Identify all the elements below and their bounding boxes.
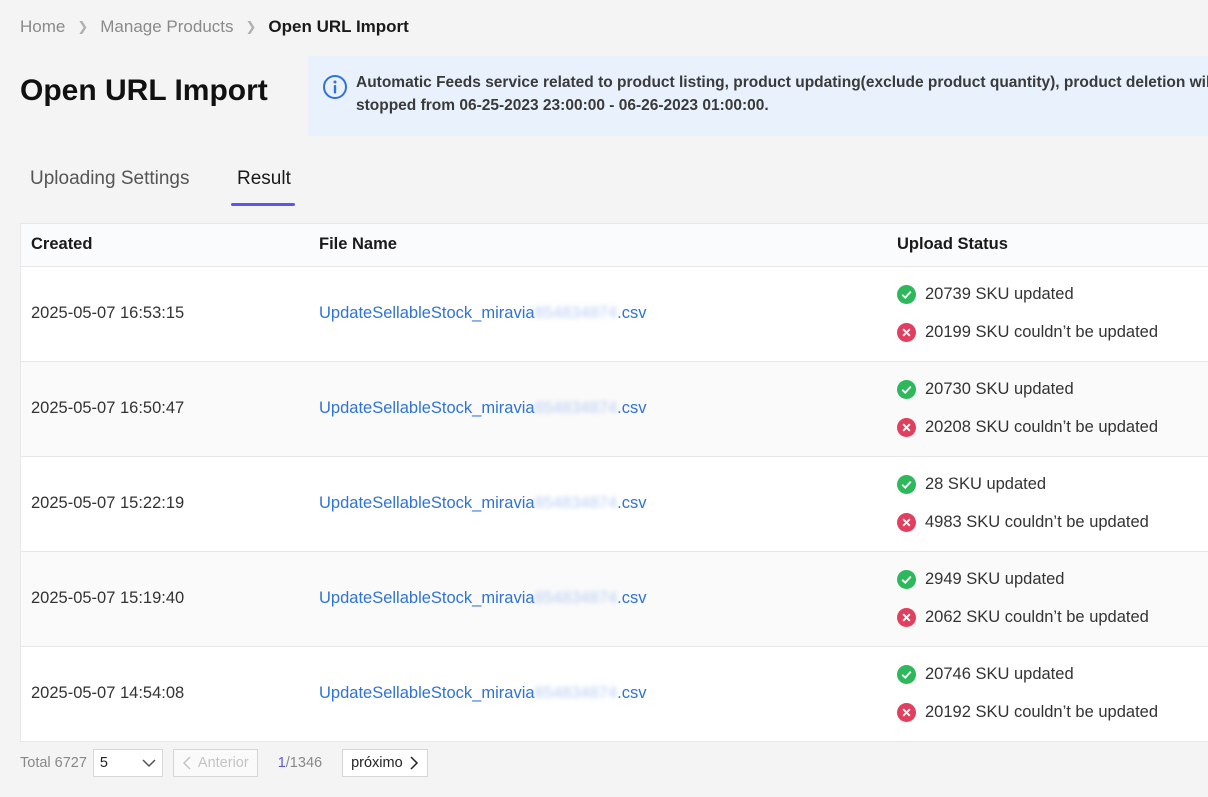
breadcrumb-current: Open URL Import <box>268 17 409 36</box>
status-success: 28 SKU updated <box>897 475 1046 494</box>
chevron-left-icon <box>182 756 191 770</box>
created-cell: 2025-05-07 14:54:08 <box>31 684 185 702</box>
info-icon <box>323 75 347 99</box>
breadcrumb-home[interactable]: Home <box>20 17 65 37</box>
file-name-prefix: UpdateSellableStock_miravia <box>319 304 535 322</box>
status-success: 20739 SKU updated <box>897 285 1074 304</box>
file-name-redacted: 854834874 <box>534 589 618 607</box>
tab-result[interactable]: Result <box>237 168 291 190</box>
file-name-prefix: UpdateSellableStock_miravia <box>319 494 535 512</box>
file-name-extension: .csv <box>617 684 647 702</box>
chevron-right-icon <box>410 756 418 770</box>
page-size-select[interactable]: 5 <box>92 749 163 777</box>
status-failed: 20192 SKU couldn’t be updated <box>897 703 1158 722</box>
file-name-redacted: 854834874 <box>534 494 618 512</box>
updated-count: 20730 SKU updated <box>925 380 1074 398</box>
file-name-prefix: UpdateSellableStock_miravia <box>319 589 535 607</box>
failed-count: 2062 SKU couldn’t be updated <box>925 608 1149 626</box>
column-header-upload-status: Upload Status <box>897 235 1008 253</box>
created-cell: 2025-05-07 15:22:19 <box>31 494 185 512</box>
file-name-link[interactable]: UpdateSellableStock_miravia854834874.csv <box>319 494 646 513</box>
created-cell: 2025-05-07 16:53:15 <box>31 304 185 322</box>
updated-count: 20739 SKU updated <box>925 285 1074 303</box>
status-failed: 20208 SKU couldn’t be updated <box>897 418 1158 437</box>
chevron-down-icon <box>142 759 156 768</box>
table-header: Created File Name Upload Status <box>21 224 1208 267</box>
active-tab-indicator <box>231 203 295 206</box>
total-pages: /1346 <box>285 755 323 771</box>
file-name-link[interactable]: UpdateSellableStock_miravia854834874.csv <box>319 589 646 608</box>
column-header-file-name: File Name <box>319 235 397 253</box>
chevron-right-icon: ❯ <box>77 19 89 34</box>
total-count: Total 6727 <box>20 755 87 771</box>
file-name-extension: .csv <box>617 399 647 417</box>
file-name-link[interactable]: UpdateSellableStock_miravia854834874.csv <box>319 304 646 323</box>
updated-count: 20746 SKU updated <box>925 665 1074 683</box>
failed-count: 20208 SKU couldn’t be updated <box>925 418 1159 436</box>
file-name-link[interactable]: UpdateSellableStock_miravia854834874.csv <box>319 684 646 703</box>
next-page-label: próximo <box>351 755 403 771</box>
breadcrumb: Home ❯ Manage Products ❯ Open URL Import <box>20 16 409 38</box>
file-name-extension: .csv <box>617 304 647 322</box>
file-name-redacted: 854834874 <box>534 304 618 322</box>
chevron-right-icon: ❯ <box>245 19 257 34</box>
table-row: 2025-05-07 15:22:19 UpdateSellableStock_m… <box>21 457 1208 552</box>
file-name-prefix: UpdateSellableStock_miravia <box>319 684 535 702</box>
check-circle-icon <box>897 570 916 589</box>
file-name-extension: .csv <box>617 494 647 512</box>
tab-uploading-settings[interactable]: Uploading Settings <box>30 168 190 190</box>
status-success: 2949 SKU updated <box>897 570 1064 589</box>
notice-banner: Automatic Feeds service related to produ… <box>308 56 1208 136</box>
file-name-redacted: 854834874 <box>534 684 618 702</box>
file-name-extension: .csv <box>617 589 647 607</box>
table-row: 2025-05-07 14:54:08 UpdateSellableStock_m… <box>21 647 1208 742</box>
column-header-created: Created <box>31 235 93 253</box>
x-circle-icon <box>897 418 916 437</box>
check-circle-icon <box>897 285 916 304</box>
table-row: 2025-05-07 15:19:40 UpdateSellableStock_m… <box>21 552 1208 647</box>
notice-line-1: Automatic Feeds service related to produ… <box>356 74 1208 91</box>
created-cell: 2025-05-07 15:19:40 <box>31 589 185 607</box>
check-circle-icon <box>897 665 916 684</box>
next-page-button[interactable]: próximo <box>342 749 428 777</box>
table-row: 2025-05-07 16:53:15 UpdateSellableStock_m… <box>21 267 1208 362</box>
breadcrumb-manage-products[interactable]: Manage Products <box>100 17 233 37</box>
x-circle-icon <box>897 608 916 627</box>
check-circle-icon <box>897 475 916 494</box>
page-size-value: 5 <box>99 755 108 771</box>
notice-line-2: stopped from 06-25-2023 23:00:00 - 06-26… <box>356 97 769 114</box>
current-page: 1 <box>277 755 286 771</box>
page-title: Open URL Import <box>20 74 268 107</box>
tabs: Uploading Settings Result <box>20 160 1208 208</box>
x-circle-icon <box>897 703 916 722</box>
created-cell: 2025-05-07 16:50:47 <box>31 399 185 417</box>
check-circle-icon <box>897 380 916 399</box>
page-indicator: 1/1346 <box>278 755 322 771</box>
status-failed: 4983 SKU couldn’t be updated <box>897 513 1149 532</box>
file-name-link[interactable]: UpdateSellableStock_miravia854834874.csv <box>319 399 646 418</box>
updated-count: 28 SKU updated <box>925 475 1047 493</box>
x-circle-icon <box>897 323 916 342</box>
status-success: 20730 SKU updated <box>897 380 1074 399</box>
failed-count: 20199 SKU couldn’t be updated <box>925 323 1159 341</box>
failed-count: 20192 SKU couldn’t be updated <box>925 703 1159 721</box>
previous-page-label: Anterior <box>197 755 249 771</box>
results-table: Created File Name Upload Status 2025-05-… <box>20 223 1208 742</box>
status-failed: 2062 SKU couldn’t be updated <box>897 608 1149 627</box>
x-circle-icon <box>897 513 916 532</box>
updated-count: 2949 SKU updated <box>925 570 1065 588</box>
failed-count: 4983 SKU couldn’t be updated <box>925 513 1149 531</box>
file-name-redacted: 854834874 <box>534 399 618 417</box>
file-name-prefix: UpdateSellableStock_miravia <box>319 399 535 417</box>
table-row: 2025-05-07 16:50:47 UpdateSellableStock_m… <box>21 362 1208 457</box>
status-failed: 20199 SKU couldn’t be updated <box>897 323 1158 342</box>
previous-page-button[interactable]: Anterior <box>172 749 258 777</box>
status-success: 20746 SKU updated <box>897 665 1074 684</box>
pagination: Total 6727 5 Anterior 1/1346 próximo <box>20 748 1208 778</box>
